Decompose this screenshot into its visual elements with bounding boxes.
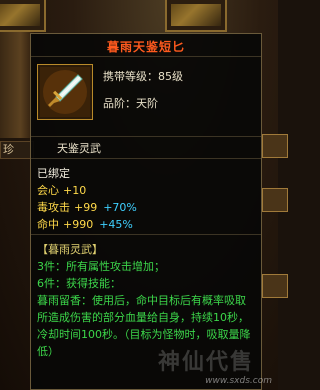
side-tab[interactable]: 珍 (0, 141, 34, 159)
right-equipment-slot[interactable] (262, 188, 288, 212)
carry-level: 携带等级：85级 (103, 70, 183, 83)
stat-value: +99 (74, 201, 98, 214)
stat-value: +990 (63, 218, 94, 231)
stat-percent: +45% (99, 218, 133, 231)
stat-name: 会心 (37, 184, 59, 197)
tooltip-title-bar: 暮雨天鉴短匕 (31, 34, 261, 57)
item-icon-frame (37, 64, 93, 120)
item-name: 暮雨天鉴短匕 (106, 40, 185, 54)
item-glow (171, 4, 221, 26)
divider (31, 234, 261, 235)
equipment-slot[interactable] (165, 0, 227, 32)
watermark-logo: 神仙代售 (158, 350, 255, 375)
stat-value: +10 (63, 184, 87, 197)
set-bonus-6: 6件：获得技能： (37, 277, 121, 290)
stat-row: 毒攻击 +99 +70% (37, 199, 257, 216)
equipment-slot[interactable] (0, 0, 46, 32)
item-rank: 品阶：天阶 (103, 97, 158, 110)
item-stats: 已绑定 会心 +10 毒攻击 +99 +70% 命中 +990 +45% (37, 165, 257, 233)
set-title: 【暮雨灵武】 (37, 243, 103, 256)
watermark-url: www.sxds.com (205, 376, 272, 386)
item-glow (0, 4, 40, 26)
right-equipment-slot[interactable] (262, 134, 288, 158)
background-statue (0, 28, 34, 138)
stat-percent: +70% (103, 201, 137, 214)
item-tooltip: 暮雨天鉴短匕 携带等级：85级 品阶：天阶 天鉴灵武 已绑定 会心 +10 毒攻击… (30, 33, 262, 390)
dagger-icon (40, 67, 90, 117)
divider (31, 158, 261, 159)
bound-status: 已绑定 (37, 167, 70, 180)
stat-row: 会心 +10 (37, 182, 257, 199)
set-bonus: 【暮雨灵武】 3件：所有属性攻击增加； 6件：获得技能： 暮雨留香：使用后，命中… (37, 241, 259, 360)
right-equipment-slot[interactable] (262, 274, 288, 298)
divider (31, 136, 261, 137)
stat-row: 命中 +990 +45% (37, 216, 257, 233)
stat-name: 毒攻击 (37, 201, 70, 214)
side-tab-label: 珍 (3, 143, 14, 156)
appraisal-label: 天鉴灵武 (57, 142, 101, 155)
stat-name: 命中 (37, 218, 59, 231)
set-bonus-3: 3件：所有属性攻击增加； (37, 260, 165, 273)
